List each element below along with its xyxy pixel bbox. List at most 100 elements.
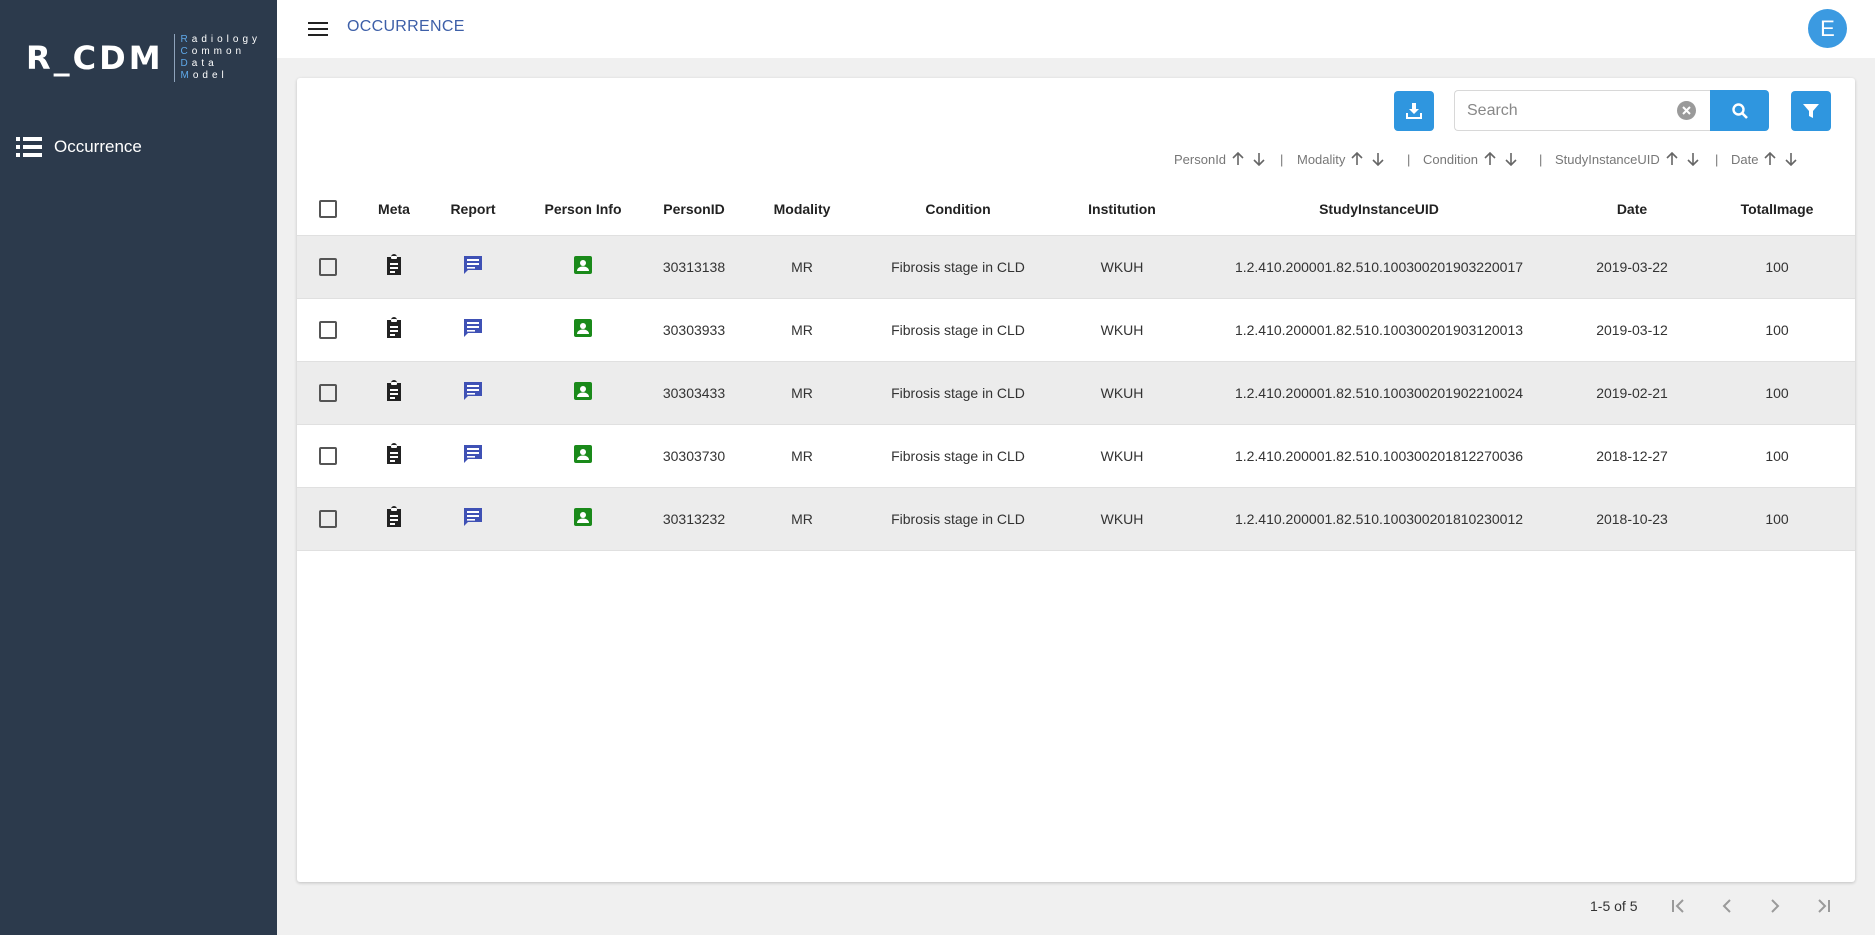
sort-label: Date: [1731, 151, 1759, 167]
condition-cell: Fibrosis stage in CLD: [865, 235, 1051, 299]
table-row[interactable]: 30303933 MR Fibrosis stage in CLD WKUH 1.2.4…: [297, 298, 1855, 362]
date-cell: 2019-03-12: [1565, 298, 1699, 362]
table-header-cell: PersonID: [649, 183, 739, 236]
last-page-icon: [1818, 899, 1831, 913]
sort-desc-icon[interactable]: [1250, 150, 1268, 168]
logo-sub-initial: M: [180, 70, 193, 81]
comment-icon[interactable]: [462, 443, 484, 468]
page-title: OCCURRENCE: [347, 18, 465, 35]
account-box-icon[interactable]: [573, 444, 593, 467]
comment-icon[interactable]: [462, 506, 484, 531]
search-input[interactable]: [1455, 91, 1655, 130]
person-id-cell: 30303433: [649, 361, 739, 425]
logo-sub-line: Radiology: [181, 34, 262, 46]
next-page-button[interactable]: [1765, 896, 1785, 916]
report-cell: [429, 487, 517, 551]
logo-sub-rest: ommon: [191, 46, 246, 57]
report-cell: [429, 235, 517, 299]
sort-label: Modality: [1297, 151, 1346, 167]
row-checkbox[interactable]: [319, 383, 337, 402]
condition-cell: Fibrosis stage in CLD: [865, 424, 1051, 488]
first-page-button[interactable]: [1669, 896, 1689, 916]
clipboard-icon[interactable]: [384, 380, 404, 405]
search-button[interactable]: [1710, 90, 1769, 131]
sort-studyinstanceuid: StudyInstanceUID: [1555, 150, 1702, 168]
modality-cell: MR: [739, 361, 865, 425]
table-header-cell: TotalImage: [1699, 183, 1855, 236]
table-row[interactable]: 30313138 MR Fibrosis stage in CLD WKUH 1.2.4…: [297, 235, 1855, 299]
sort-desc-icon[interactable]: [1684, 150, 1702, 168]
sort-desc-icon[interactable]: [1369, 150, 1387, 168]
account-box-icon[interactable]: [573, 255, 593, 278]
comment-icon[interactable]: [462, 380, 484, 405]
sort-asc-icon[interactable]: [1761, 150, 1779, 168]
study-uid-cell: 1.2.410.200001.82.510.100300201810230012: [1193, 487, 1565, 551]
person-info-cell: [517, 424, 649, 488]
study-uid-cell: 1.2.410.200001.82.510.100300201812270036: [1193, 424, 1565, 488]
total-image-cell: 100: [1699, 298, 1855, 362]
table-header-row: Meta Report Person Info PersonID Modalit…: [297, 183, 1855, 236]
row-checkbox[interactable]: [319, 320, 337, 339]
user-avatar[interactable]: E: [1808, 9, 1847, 48]
menu-button[interactable]: [305, 16, 331, 42]
table-header-cell: Meta: [359, 183, 429, 236]
person-id-cell: 30303730: [649, 424, 739, 488]
sort-date: Date: [1731, 150, 1800, 168]
sort-desc-icon[interactable]: [1782, 150, 1800, 168]
sort-asc-icon[interactable]: [1229, 150, 1247, 168]
sort-modality: Modality: [1297, 150, 1387, 168]
filter-button[interactable]: [1791, 91, 1831, 131]
account-box-icon[interactable]: [573, 318, 593, 341]
page-info: 1-5 of 5: [1590, 898, 1638, 914]
clipboard-icon[interactable]: [384, 506, 404, 531]
clipboard-icon[interactable]: [384, 254, 404, 279]
account-box-icon[interactable]: [573, 381, 593, 404]
logo-sub-rest: adiology: [191, 34, 262, 45]
meta-cell: [359, 487, 429, 551]
table-row[interactable]: 30303730 MR Fibrosis stage in CLD WKUH 1.2.4…: [297, 424, 1855, 488]
logo-subtitle: Radiology Common Data Model: [173, 34, 262, 82]
comment-icon[interactable]: [462, 317, 484, 342]
sort-asc-icon[interactable]: [1348, 150, 1366, 168]
prev-page-button[interactable]: [1717, 896, 1737, 916]
select-cell: [297, 361, 359, 425]
person-info-cell: [517, 361, 649, 425]
report-cell: [429, 298, 517, 362]
institution-cell: WKUH: [1051, 487, 1193, 551]
institution-cell: WKUH: [1051, 361, 1193, 425]
table-row[interactable]: 30313232 MR Fibrosis stage in CLD WKUH 1.2.4…: [297, 487, 1855, 551]
row-checkbox[interactable]: [319, 257, 337, 276]
sort-bar: PersonId | Modality | Condition | StudyI…: [297, 150, 1855, 170]
study-uid-cell: 1.2.410.200001.82.510.100300201902210024: [1193, 361, 1565, 425]
app-logo: R_CDM Radiology Common Data Model: [26, 34, 261, 82]
row-checkbox[interactable]: [319, 446, 337, 465]
sort-asc-icon[interactable]: [1663, 150, 1681, 168]
sort-separator: |: [1280, 152, 1284, 167]
header-select-all: [297, 183, 359, 236]
table-row[interactable]: 30303433 MR Fibrosis stage in CLD WKUH 1.2.4…: [297, 361, 1855, 425]
hamburger-icon: [308, 22, 328, 36]
sidebar-item-occurrence[interactable]: Occurrence: [16, 136, 142, 158]
logo-sub-initial: D: [180, 58, 192, 69]
chevron-right-icon: [1771, 899, 1780, 913]
logo-sub-initial: C: [180, 46, 192, 57]
person-id-cell: 30303933: [649, 298, 739, 362]
row-checkbox[interactable]: [319, 509, 337, 528]
last-page-button[interactable]: [1813, 896, 1833, 916]
account-box-icon[interactable]: [573, 507, 593, 530]
sort-asc-icon[interactable]: [1481, 150, 1499, 168]
sort-desc-icon[interactable]: [1502, 150, 1520, 168]
download-button[interactable]: [1394, 91, 1434, 131]
sidebar: R_CDM Radiology Common Data Model Occurr…: [0, 0, 277, 935]
clipboard-icon[interactable]: [384, 317, 404, 342]
logo-sub-line: Model: [181, 70, 262, 82]
clipboard-icon[interactable]: [384, 443, 404, 468]
report-cell: [429, 424, 517, 488]
select-all-checkbox[interactable]: [319, 199, 337, 218]
select-cell: [297, 235, 359, 299]
institution-cell: WKUH: [1051, 298, 1193, 362]
clear-icon[interactable]: [1677, 101, 1696, 120]
comment-icon[interactable]: [462, 254, 484, 279]
person-id-cell: 30313138: [649, 235, 739, 299]
condition-cell: Fibrosis stage in CLD: [865, 298, 1051, 362]
